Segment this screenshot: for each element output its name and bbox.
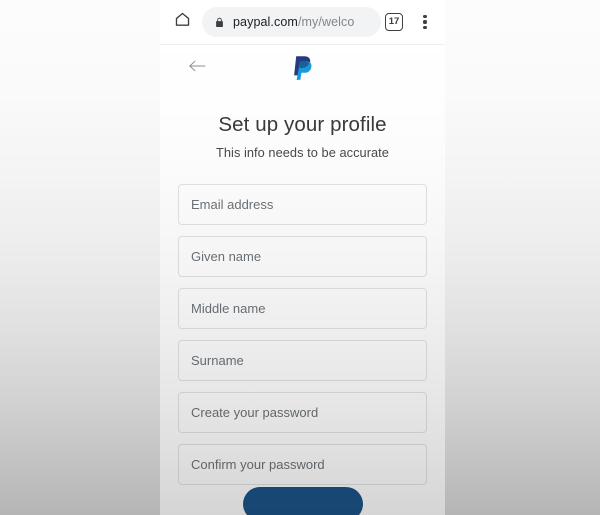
browser-toolbar: paypal.com/my/welco 17 [160,0,445,45]
profile-form [160,184,445,485]
page-subtitle: This info needs to be accurate [216,145,389,160]
lock-icon [214,16,225,29]
page-header [160,45,445,91]
given-name-field[interactable] [178,236,427,277]
page-title: Set up your profile [218,113,387,136]
paypal-logo [290,53,316,83]
address-bar[interactable]: paypal.com/my/welco [202,7,381,37]
back-arrow-icon [187,58,207,79]
mobile-browser-viewport: paypal.com/my/welco 17 Set up your profi… [160,0,445,515]
home-icon [174,11,191,33]
email-address-field[interactable] [178,184,427,225]
tab-counter-button[interactable]: 17 [385,13,403,31]
confirm-password-field[interactable] [178,444,427,485]
paypal-signup-page: Set up your profile This info needs to b… [160,45,445,515]
kebab-dot [423,20,427,24]
back-button[interactable] [186,57,208,79]
kebab-dot [423,26,427,30]
tab-count-label: 17 [388,16,400,28]
submit-button[interactable] [242,487,363,515]
kebab-dot [423,14,427,18]
surname-field[interactable] [178,340,427,381]
middle-name-field[interactable] [178,288,427,329]
home-button[interactable] [166,6,198,38]
browser-menu-button[interactable] [413,14,437,30]
url-domain: paypal.com [233,15,298,29]
create-password-field[interactable] [178,392,427,433]
url-text: paypal.com/my/welco [233,15,354,29]
url-path: /my/welco [297,15,355,29]
cta-button-container [160,487,445,515]
